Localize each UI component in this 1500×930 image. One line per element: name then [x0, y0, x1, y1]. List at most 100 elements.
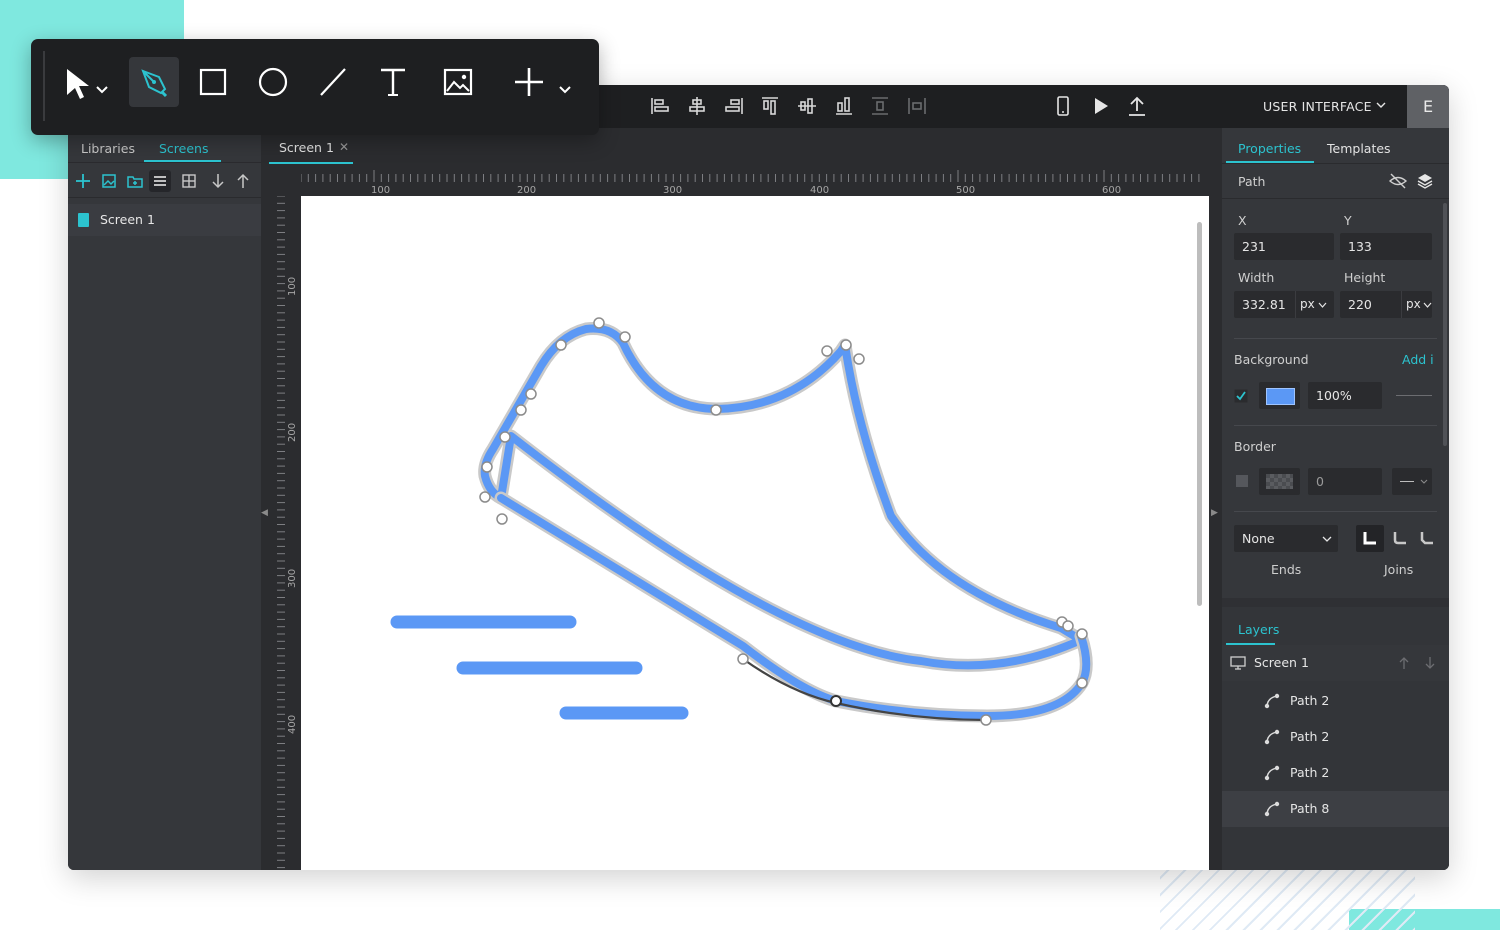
- rectangle-tool[interactable]: [188, 57, 238, 107]
- align-middle-icon[interactable]: [796, 95, 818, 117]
- move-down-icon[interactable]: [1424, 656, 1436, 670]
- anchor-point[interactable]: [853, 353, 865, 365]
- border-width-field[interactable]: 0: [1308, 468, 1382, 495]
- screen-list-item[interactable]: Screen 1: [68, 204, 261, 236]
- y-field[interactable]: 133: [1340, 233, 1432, 260]
- anchor-point[interactable]: [710, 404, 722, 416]
- line-tool[interactable]: [308, 57, 358, 107]
- shoe-upper[interactable]: [480, 324, 1085, 670]
- align-right-icon[interactable]: [723, 95, 745, 117]
- layers-title[interactable]: Layers: [1238, 622, 1279, 637]
- divider: [1234, 338, 1437, 339]
- anchor-point[interactable]: [479, 491, 491, 503]
- join-bevel-button[interactable]: [1416, 525, 1438, 552]
- canvas-scrollbar[interactable]: [1197, 222, 1202, 606]
- collapse-right-icon[interactable]: ▶: [1211, 508, 1218, 518]
- visibility-hidden-icon[interactable]: [1388, 172, 1408, 190]
- anchor-point[interactable]: [1076, 628, 1088, 640]
- x-field[interactable]: 231: [1234, 233, 1334, 260]
- layer-row[interactable]: Path 2: [1222, 719, 1449, 755]
- add-folder-icon[interactable]: [124, 170, 146, 192]
- collapse-left-icon[interactable]: ◀: [261, 508, 268, 518]
- screen-icon: [78, 213, 89, 227]
- export-icon[interactable]: [1126, 95, 1148, 117]
- anchor-point[interactable]: [496, 513, 508, 525]
- align-bottom-icon[interactable]: [833, 95, 855, 117]
- layer-root-row[interactable]: Screen 1: [1222, 645, 1449, 681]
- anchor-point[interactable]: [1076, 677, 1088, 689]
- pointer-tool[interactable]: [59, 57, 109, 107]
- toolbar-grip[interactable]: [43, 51, 45, 121]
- anchor-point[interactable]: [593, 317, 605, 329]
- anchor-point[interactable]: [737, 653, 749, 665]
- border-style-select[interactable]: [1392, 468, 1432, 495]
- add-image-icon[interactable]: [98, 170, 120, 192]
- active-tab-indicator: [144, 160, 221, 162]
- anchor-point[interactable]: [619, 331, 631, 343]
- pen-tool[interactable]: [129, 57, 179, 107]
- artboard[interactable]: [301, 196, 1209, 870]
- move-down-icon[interactable]: [207, 170, 229, 192]
- add-background-link[interactable]: Add i: [1402, 352, 1434, 367]
- height-unit-select[interactable]: px: [1406, 297, 1421, 311]
- anchor-point[interactable]: [499, 431, 511, 443]
- ruler-h-label: 100: [371, 185, 390, 196]
- ends-select[interactable]: None: [1234, 525, 1338, 552]
- pen-icon: [141, 69, 168, 98]
- horizontal-ruler: 100 200 300 400 500 600: [301, 170, 1200, 196]
- align-center-horizontal-icon[interactable]: [686, 95, 708, 117]
- layer-row[interactable]: Path 2: [1222, 755, 1449, 791]
- join-round-button[interactable]: [1386, 525, 1414, 552]
- anchor-point[interactable]: [515, 404, 527, 416]
- move-up-icon[interactable]: [232, 170, 254, 192]
- anchor-point[interactable]: [821, 345, 833, 357]
- anchor-point-selected[interactable]: [830, 695, 842, 707]
- opacity-field[interactable]: 100%: [1308, 382, 1382, 409]
- layers-icon[interactable]: [1416, 172, 1434, 190]
- layer-row-selected[interactable]: Path 8: [1222, 791, 1449, 827]
- width-field[interactable]: 332.81 px: [1234, 291, 1334, 318]
- height-field[interactable]: 220 px: [1340, 291, 1432, 318]
- list-view-icon[interactable]: [149, 170, 171, 192]
- x-label: X: [1238, 213, 1247, 228]
- anchor-point[interactable]: [555, 339, 567, 351]
- join-round-icon: [1393, 532, 1406, 545]
- ruler-v-label: 200: [287, 423, 298, 442]
- anchor-point[interactable]: [525, 388, 537, 400]
- tab-templates[interactable]: Templates: [1327, 141, 1391, 156]
- tab-libraries[interactable]: Libraries: [81, 141, 135, 156]
- ellipse-tool[interactable]: [248, 57, 298, 107]
- close-icon[interactable]: ✕: [339, 140, 349, 154]
- chevron-down-icon: [1420, 479, 1428, 484]
- device-icon[interactable]: [1052, 95, 1074, 117]
- image-tool[interactable]: [433, 57, 483, 107]
- move-up-icon[interactable]: [1398, 656, 1410, 670]
- layer-row[interactable]: Path 2: [1222, 683, 1449, 719]
- grid-view-icon[interactable]: [178, 170, 200, 192]
- document-tab[interactable]: Screen 1 ✕: [269, 136, 353, 164]
- play-icon[interactable]: [1089, 95, 1111, 117]
- chevron-down-icon[interactable]: [1376, 100, 1386, 110]
- align-left-icon[interactable]: [649, 95, 671, 117]
- anchor-point[interactable]: [980, 714, 992, 726]
- anchor-point[interactable]: [481, 461, 493, 473]
- user-avatar[interactable]: E: [1407, 85, 1449, 128]
- add-screen-icon[interactable]: [72, 170, 94, 192]
- properties-scrollbar[interactable]: [1443, 203, 1447, 446]
- anchor-point[interactable]: [1062, 620, 1074, 632]
- width-unit-select[interactable]: px: [1300, 297, 1315, 311]
- distribute-vertical-icon[interactable]: [906, 95, 928, 117]
- mode-selector[interactable]: USER INTERFACE: [1263, 99, 1372, 114]
- border-color-swatch[interactable]: [1259, 468, 1300, 495]
- anchor-point[interactable]: [840, 339, 852, 351]
- tab-properties[interactable]: Properties: [1238, 141, 1301, 156]
- add-tool[interactable]: [505, 57, 575, 107]
- text-tool[interactable]: [368, 57, 418, 107]
- join-miter-button[interactable]: [1356, 525, 1384, 552]
- background-color-swatch[interactable]: [1259, 382, 1300, 409]
- border-checkbox[interactable]: [1236, 475, 1248, 487]
- distribute-horizontal-icon[interactable]: [869, 95, 891, 117]
- tab-screens[interactable]: Screens: [159, 141, 209, 156]
- align-top-icon[interactable]: [759, 95, 781, 117]
- checkbox-checked-icon[interactable]: [1234, 389, 1248, 403]
